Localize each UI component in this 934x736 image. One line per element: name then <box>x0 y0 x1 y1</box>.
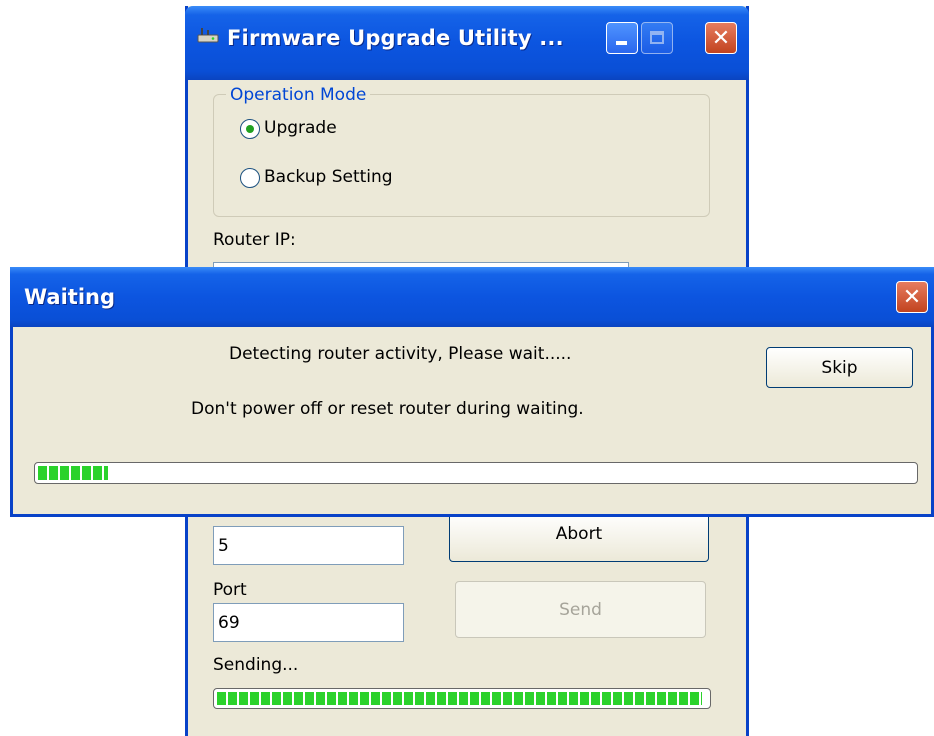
port-input[interactable]: 69 <box>213 603 404 642</box>
send-button[interactable]: Send <box>455 581 706 638</box>
operation-mode-group <box>213 94 710 217</box>
waiting-warning: Don't power off or reset router during w… <box>191 399 584 419</box>
router-icon <box>197 28 219 43</box>
firmware-window-title: Firmware Upgrade Utility ... <box>227 26 564 50</box>
upgrade-radio[interactable] <box>240 119 260 139</box>
waiting-progress-bar <box>34 462 918 484</box>
sending-progress-fill <box>217 692 702 705</box>
router-ip-label: Router IP: <box>213 230 296 250</box>
retry-count-value: 5 <box>218 535 229 556</box>
waiting-progress-fill <box>38 466 108 480</box>
close-icon: ✕ <box>902 284 922 310</box>
port-value: 69 <box>218 612 240 633</box>
backup-setting-radio[interactable] <box>240 168 260 188</box>
operation-mode-legend: Operation Mode <box>226 85 371 105</box>
skip-button[interactable]: Skip <box>766 347 913 388</box>
abort-button[interactable]: Abort <box>449 512 709 562</box>
minimize-icon <box>616 41 627 45</box>
maximize-button[interactable] <box>641 22 673 54</box>
firmware-window-titlebar[interactable]: Firmware Upgrade Utility ... ✕ <box>185 6 749 80</box>
send-button-label: Send <box>559 599 602 620</box>
retry-count-input[interactable]: 5 <box>213 526 404 565</box>
waiting-dialog-titlebar[interactable]: Waiting <box>10 267 934 327</box>
sending-progress-bar <box>213 688 711 709</box>
port-label: Port <box>213 580 247 600</box>
abort-button-label: Abort <box>555 524 603 544</box>
backup-setting-radio-label[interactable]: Backup Setting <box>264 167 393 187</box>
waiting-close-button[interactable]: ✕ <box>896 281 928 313</box>
maximize-icon <box>650 31 664 44</box>
close-button[interactable]: ✕ <box>705 22 737 54</box>
waiting-dialog-title: Waiting <box>24 285 116 309</box>
status-text: Sending... <box>213 655 299 675</box>
upgrade-radio-label[interactable]: Upgrade <box>264 118 337 138</box>
waiting-message: Detecting router activity, Please wait..… <box>229 344 572 364</box>
skip-button-label: Skip <box>821 357 858 378</box>
close-icon: ✕ <box>711 25 731 51</box>
minimize-button[interactable] <box>606 22 638 54</box>
